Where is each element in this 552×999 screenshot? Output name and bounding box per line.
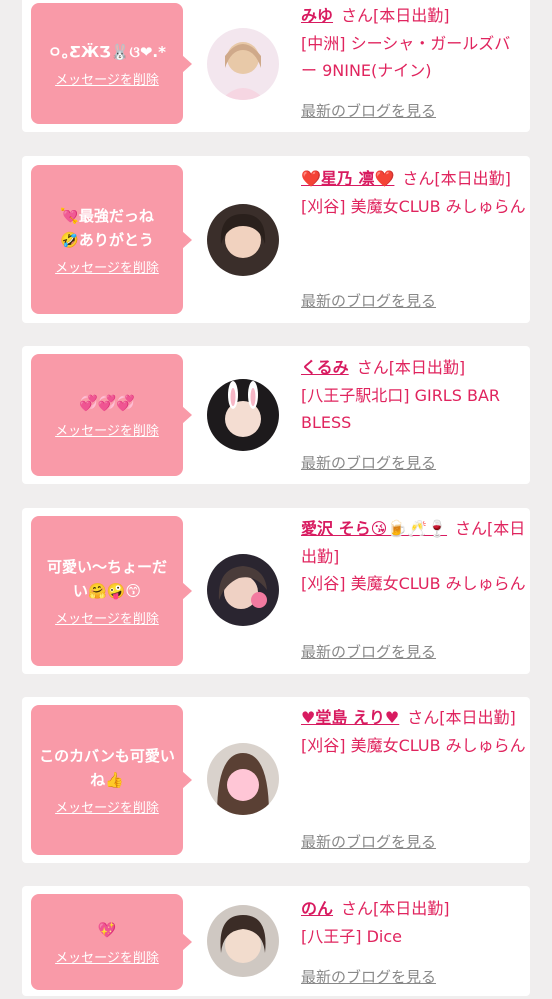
latest-blog-link[interactable]: 最新のブログを見る — [301, 290, 436, 311]
shop-name: [刈谷] 美魔女CLUB みしゅらん — [301, 574, 526, 593]
delete-message-link[interactable]: メッセージを削除 — [55, 420, 159, 439]
cast-info: のん さん[本日出勤] [八王子] Dice — [301, 895, 526, 950]
shop-name: [刈谷] 美魔女CLUB みしゅらん — [301, 735, 526, 755]
cast-name-link[interactable]: くるみ — [301, 358, 349, 377]
cast-info: 愛沢 そら😘🍺🥂🍷 さん[本日出勤] [刈谷] 美魔女CLUB みしゅらん — [301, 515, 526, 598]
delete-message-link[interactable]: メッセージを削除 — [55, 797, 159, 816]
cast-name-link[interactable]: 愛沢 そら😘🍺🥂🍷 — [301, 519, 447, 538]
cast-info: ♥堂島 えり♥ さん[本日出勤] [刈谷] 美魔女CLUB みしゅらん — [301, 704, 526, 759]
cast-info: くるみ さん[本日出勤] [八王子駅北口] GIRLS BAR BLESS — [301, 354, 526, 437]
cast-name-link[interactable]: のん — [301, 899, 333, 918]
latest-blog-link[interactable]: 最新のブログを見る — [301, 100, 436, 121]
message-text: ㅇ｡ƸӜƷ🐰ଓ❤︎.* — [48, 42, 166, 61]
cast-name-link[interactable]: ♥堂島 えり♥ — [301, 708, 399, 727]
avatar[interactable] — [207, 379, 279, 451]
message-text: 可愛い〜ちょーだい🤗🤪😙 — [46, 558, 167, 600]
cast-status: さん[本日出勤] — [341, 6, 450, 25]
message-bubble: 💖 メッセージを削除 — [31, 894, 192, 990]
delete-message-link[interactable]: メッセージを削除 — [55, 69, 159, 88]
cast-info: みゆ さん[本日出勤] [中洲] シーシャ・ガールズバー 9NINE(ナイン) — [301, 2, 526, 85]
shop-name: [八王子駅北口] GIRLS BAR BLESS — [301, 385, 501, 433]
message-card: ㅇ｡ƸӜƷ🐰ଓ❤︎.* メッセージを削除 みゆ さん[本日出勤] [中洲] シーシ… — [22, 0, 530, 132]
cast-status: さん[本日出勤] — [341, 899, 450, 918]
avatar[interactable] — [207, 905, 279, 977]
latest-blog-link[interactable]: 最新のブログを見る — [301, 831, 436, 852]
delete-message-link[interactable]: メッセージを削除 — [55, 947, 159, 966]
avatar[interactable] — [207, 28, 279, 100]
message-card: 💞💞💞 メッセージを削除 くるみ さん[本日出勤] [八王子駅北口] GIRLS … — [22, 346, 530, 484]
cast-status: さん[本日出勤] — [356, 358, 466, 377]
cast-status: さん[本日出勤] — [402, 169, 511, 188]
message-bubble: このカバンも可愛いね👍 メッセージを削除 — [31, 705, 192, 855]
latest-blog-link[interactable]: 最新のブログを見る — [301, 966, 436, 987]
message-card: 可愛い〜ちょーだい🤗🤪😙 メッセージを削除 愛沢 そら😘🍺🥂🍷 さん[本日出勤] … — [22, 508, 530, 674]
message-card: 💘最強だっね🤣ありがとう メッセージを削除 ❤️星乃 凛❤️ さん[本日出勤] [… — [22, 156, 530, 323]
shop-name: [中洲] シーシャ・ガールズバー 9NINE(ナイン) — [301, 33, 511, 81]
message-card: このカバンも可愛いね👍 メッセージを削除 ♥堂島 えり♥ さん[本日出勤] [刈谷… — [22, 697, 530, 863]
message-text: このカバンも可愛いね👍 — [39, 747, 175, 789]
shop-name: [八王子] Dice — [301, 926, 402, 946]
cast-status: さん[本日出勤] — [407, 708, 516, 727]
cast-name-link[interactable]: みゆ — [301, 6, 333, 25]
shop-name: [刈谷] 美魔女CLUB みしゅらん — [301, 196, 526, 216]
message-text: 💖 — [97, 921, 117, 939]
avatar[interactable] — [207, 204, 279, 276]
message-bubble: 可愛い〜ちょーだい🤗🤪😙 メッセージを削除 — [31, 516, 192, 666]
message-bubble: ㅇ｡ƸӜƷ🐰ଓ❤︎.* メッセージを削除 — [31, 3, 192, 124]
message-text: 💞💞💞 — [78, 394, 136, 412]
delete-message-link[interactable]: メッセージを削除 — [55, 257, 159, 276]
avatar[interactable] — [207, 743, 279, 815]
delete-message-link[interactable]: メッセージを削除 — [55, 608, 159, 627]
cast-name-link[interactable]: ❤️星乃 凛❤️ — [301, 169, 394, 188]
cast-info: ❤️星乃 凛❤️ さん[本日出勤] [刈谷] 美魔女CLUB みしゅらん — [301, 165, 526, 220]
latest-blog-link[interactable]: 最新のブログを見る — [301, 452, 436, 473]
message-bubble: 💞💞💞 メッセージを削除 — [31, 354, 192, 476]
message-text: 💘最強だっね🤣ありがとう — [60, 206, 154, 249]
message-card: 💖 メッセージを削除 のん さん[本日出勤] [八王子] Dice 最新のブログを… — [22, 886, 530, 996]
avatar[interactable] — [207, 554, 279, 626]
latest-blog-link[interactable]: 最新のブログを見る — [301, 641, 436, 662]
message-bubble: 💘最強だっね🤣ありがとう メッセージを削除 — [31, 165, 192, 314]
